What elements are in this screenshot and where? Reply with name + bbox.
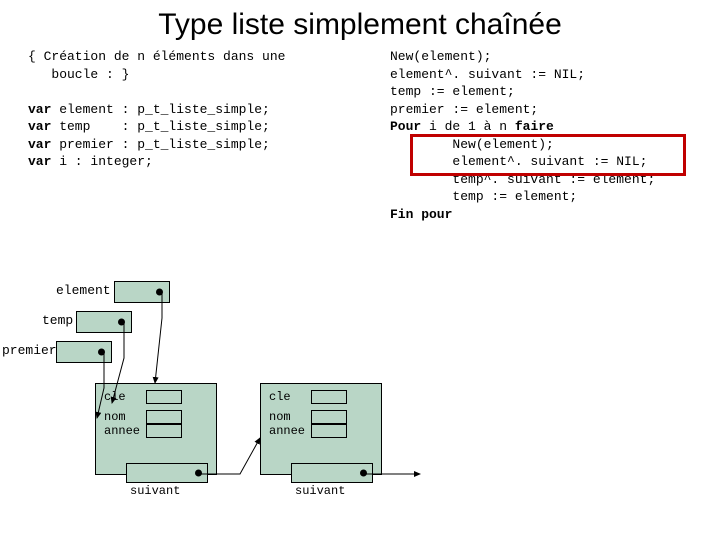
diagram-area: element temp premier cle nom annee suiva… (0, 283, 720, 543)
slot-cle (311, 390, 347, 404)
field-nom: nom (269, 410, 291, 424)
dot-icon (98, 349, 105, 356)
ptr-element-box (114, 281, 170, 303)
r-l7: element^. suivant := NIL; (390, 154, 647, 169)
field-suivant: suivant (130, 484, 180, 498)
slot-nom (311, 410, 347, 424)
slot-annee (146, 424, 182, 438)
slot-cle (146, 390, 182, 404)
r-l2: element^. suivant := NIL; (390, 67, 585, 82)
r-l9: temp := element; (390, 189, 577, 204)
r-l1: New(element); (390, 49, 491, 64)
ptr-temp-box (76, 311, 132, 333)
kw-faire: faire (515, 119, 554, 134)
right-code: New(element); element^. suivant := NIL; … (390, 48, 692, 259)
field-annee: annee (269, 424, 305, 438)
field-suivant: suivant (295, 484, 345, 498)
left-code: { Création de n éléments dans une boucle… (28, 48, 368, 259)
r-l8: temp^. suivant := element; (390, 172, 655, 187)
dot-icon (360, 470, 367, 477)
kw-var-3: var (28, 137, 51, 152)
field-cle: cle (269, 390, 291, 404)
list-node-1: cle nom annee suivant (95, 383, 217, 475)
label-premier: premier (2, 343, 57, 358)
kw-var-1: var (28, 102, 51, 117)
decl-3: premier : p_t_liste_simple; (51, 137, 269, 152)
dot-icon (156, 289, 163, 296)
field-cle: cle (104, 390, 126, 404)
kw-pour: Pour (390, 119, 421, 134)
comment-line-2: boucle : } (28, 67, 129, 82)
kw-finpour: Fin pour (390, 207, 452, 222)
suivant-box-1 (126, 463, 208, 483)
field-annee: annee (104, 424, 140, 438)
r-l5b: i de 1 à n (421, 119, 515, 134)
comment-line-1: { Création de n éléments dans une (28, 49, 285, 64)
dot-icon (118, 319, 125, 326)
slide-title: Type liste simplement chaînée (0, 8, 720, 42)
decl-1: element : p_t_liste_simple; (51, 102, 269, 117)
kw-var-4: var (28, 154, 51, 169)
kw-var-2: var (28, 119, 51, 134)
r-l4: premier := element; (390, 102, 538, 117)
ptr-premier-box (56, 341, 112, 363)
list-node-2: cle nom annee suivant (260, 383, 382, 475)
label-temp: temp (42, 313, 73, 328)
code-columns: { Création de n éléments dans une boucle… (0, 48, 720, 259)
r-l6: New(element); (390, 137, 554, 152)
decl-2: temp : p_t_liste_simple; (51, 119, 269, 134)
dot-icon (195, 470, 202, 477)
decl-4: i : integer; (51, 154, 152, 169)
slot-nom (146, 410, 182, 424)
r-l3: temp := element; (390, 84, 515, 99)
field-nom: nom (104, 410, 126, 424)
label-element: element (56, 283, 111, 298)
suivant-box-2 (291, 463, 373, 483)
slot-annee (311, 424, 347, 438)
